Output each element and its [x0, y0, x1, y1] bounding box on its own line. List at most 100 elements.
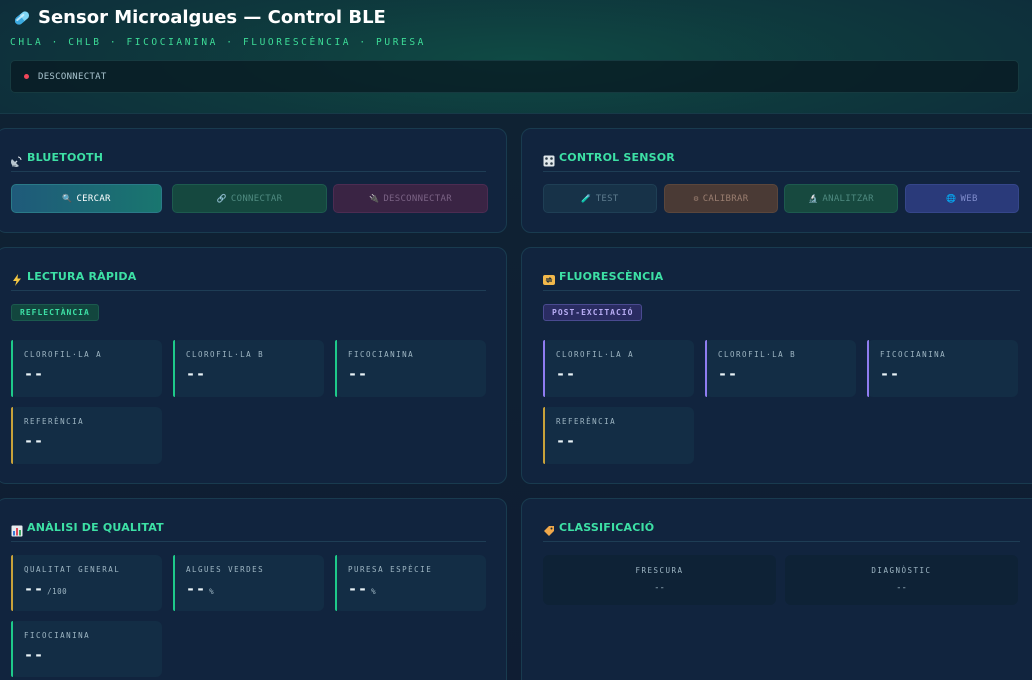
metric-chla: CLOROFIL·LA A --: [543, 340, 694, 397]
connection-status-bar: DESCONNECTAT: [10, 60, 1019, 93]
fluor-card-header: FLUORESCÈNCIA: [543, 270, 664, 285]
metric-reference: REFERÈNCIA --: [543, 407, 694, 464]
metric-label: ALGUES VERDES: [186, 565, 265, 574]
metric-value-row: --%: [186, 580, 214, 598]
microscope-icon: 🔬: [808, 194, 819, 203]
satellite-antenna-icon: [11, 152, 23, 167]
freshness-box: FRESCURA --: [543, 555, 776, 605]
metric-value: --: [24, 580, 45, 598]
control-card-title: CONTROL SENSOR: [559, 151, 675, 164]
connect-button[interactable]: 🔗 CONNECTAR: [172, 184, 327, 213]
metric-chlb: CLOROFIL·LA B --: [173, 340, 324, 397]
label-tag-icon: [543, 522, 555, 536]
connect-button-label: CONNECTAR: [230, 193, 283, 204]
metric-label: CLOROFIL·LA B: [718, 350, 797, 359]
metric-value: --: [186, 365, 207, 383]
metric-value: --: [24, 432, 45, 450]
status-dot-icon: [24, 74, 29, 79]
title-row: Sensor Microalgues — Control BLE: [12, 7, 386, 28]
microalgae-pill-icon: [12, 8, 32, 28]
divider: [543, 171, 1020, 172]
divider: [11, 290, 486, 291]
search-button-label: CERCAR: [76, 193, 111, 204]
magnifier-icon: 🔍: [62, 194, 73, 203]
metric-value: --: [718, 365, 739, 383]
metric-unit: %: [209, 587, 215, 596]
metric-label: FICOCIANINA: [348, 350, 415, 359]
connection-status-text: DESCONNECTAT: [38, 71, 107, 82]
metric-reference: REFERÈNCIA --: [11, 407, 162, 464]
gear-icon: ⚙: [693, 194, 699, 203]
metric-label: REFERÈNCIA: [24, 417, 85, 426]
metric-ficocianina: FICOCIANINA --: [11, 621, 162, 677]
metric-value: --: [348, 365, 369, 383]
disconnect-button-label: DESCONNECTAR: [383, 193, 452, 204]
analyze-button[interactable]: 🔬 ANALITZAR: [784, 184, 898, 213]
divider: [543, 541, 1020, 542]
metric-value: --: [880, 365, 901, 383]
bar-chart-icon: [11, 522, 23, 536]
bluetooth-card-title: BLUETOOTH: [27, 151, 104, 164]
metric-chla: CLOROFIL·LA A --: [11, 340, 162, 397]
metric-ficocianina: FICOCIANINA --: [867, 340, 1018, 397]
post-excitation-badge: POST-EXCITACIÓ: [543, 304, 643, 321]
fluorescence-card: FLUORESCÈNCIA POST-EXCITACIÓ CLOROFIL·LA…: [521, 247, 1032, 484]
divider: [543, 290, 1020, 291]
metric-unit: %: [371, 587, 377, 596]
unplug-icon: 🔌: [369, 194, 380, 203]
lightning-icon: [11, 271, 23, 286]
arrows-cycle-icon: [543, 271, 555, 285]
metric-label: QUALITAT GENERAL: [24, 565, 121, 574]
divider: [11, 171, 486, 172]
metric-value-row: --%: [348, 580, 376, 598]
reflectance-badge: REFLECTÀNCIA: [11, 304, 99, 321]
metric-species-purity: PURESA ESPÈCIE --%: [335, 555, 486, 611]
bluetooth-card: BLUETOOTH 🔍 CERCAR 🔗 CONNECTAR 🔌 DESCONN…: [0, 128, 507, 233]
metric-value: --: [24, 365, 45, 383]
control-card-header: CONTROL SENSOR: [543, 151, 675, 166]
metric-value: --: [348, 580, 369, 598]
control-sensor-card: CONTROL SENSOR 🧪 TEST ⚙ CALIBRAR 🔬 ANALI…: [521, 128, 1032, 233]
link-icon: 🔗: [216, 194, 227, 203]
disconnect-button[interactable]: 🔌 DESCONNECTAR: [333, 184, 488, 213]
metric-value: --: [556, 365, 577, 383]
calibrate-button-label: CALIBRAR: [702, 193, 749, 204]
metric-label: PURESA ESPÈCIE: [348, 565, 433, 574]
metric-value-row: --/100: [24, 580, 67, 598]
quality-card-header: ANÀLISI DE QUALITAT: [11, 521, 164, 536]
test-button-label: TEST: [595, 193, 619, 204]
test-tube-icon: 🧪: [581, 194, 592, 203]
page-subtitle: CHLA · CHLB · FICOCIANINA · FLUORESCÈNCI…: [10, 37, 426, 48]
classification-card-title: CLASSIFICACIÓ: [559, 521, 655, 534]
metric-green-algae: ALGUES VERDES --%: [173, 555, 324, 611]
test-button[interactable]: 🧪 TEST: [543, 184, 657, 213]
metric-label: CLOROFIL·LA B: [186, 350, 265, 359]
calibrate-button[interactable]: ⚙ CALIBRAR: [664, 184, 778, 213]
header: Sensor Microalgues — Control BLE CHLA · …: [0, 0, 1032, 114]
web-button[interactable]: 🌐 WEB: [905, 184, 1019, 213]
web-button-label: WEB: [960, 193, 978, 204]
fluor-card-title: FLUORESCÈNCIA: [559, 270, 664, 283]
app-page: Sensor Microalgues — Control BLE CHLA · …: [0, 0, 1032, 680]
search-button[interactable]: 🔍 CERCAR: [11, 184, 162, 213]
diagnosis-label: DIAGNÒSTIC: [871, 566, 932, 575]
freshness-label: FRESCURA: [635, 566, 684, 575]
globe-icon: 🌐: [946, 194, 957, 203]
metric-label: CLOROFIL·LA A: [24, 350, 103, 359]
diagnosis-box: DIAGNÒSTIC --: [785, 555, 1018, 605]
classification-card-header: CLASSIFICACIÓ: [543, 521, 655, 536]
diagnosis-value: --: [896, 583, 907, 593]
control-knobs-icon: [543, 152, 555, 166]
quick-card-title: LECTURA RÀPIDA: [27, 270, 137, 283]
metric-value: --: [24, 646, 45, 664]
metric-value: --: [186, 580, 207, 598]
metric-label: FICOCIANINA: [880, 350, 947, 359]
metric-label: FICOCIANINA: [24, 631, 91, 640]
quick-card-header: LECTURA RÀPIDA: [11, 270, 137, 286]
classification-card: CLASSIFICACIÓ FRESCURA -- DIAGNÒSTIC --: [521, 498, 1032, 680]
divider: [11, 541, 486, 542]
analyze-button-label: ANALITZAR: [822, 193, 874, 204]
quality-analysis-card: ANÀLISI DE QUALITAT QUALITAT GENERAL -- /…: [0, 498, 507, 680]
metric-label: CLOROFIL·LA A: [556, 350, 635, 359]
metric-label: REFERÈNCIA: [556, 417, 617, 426]
